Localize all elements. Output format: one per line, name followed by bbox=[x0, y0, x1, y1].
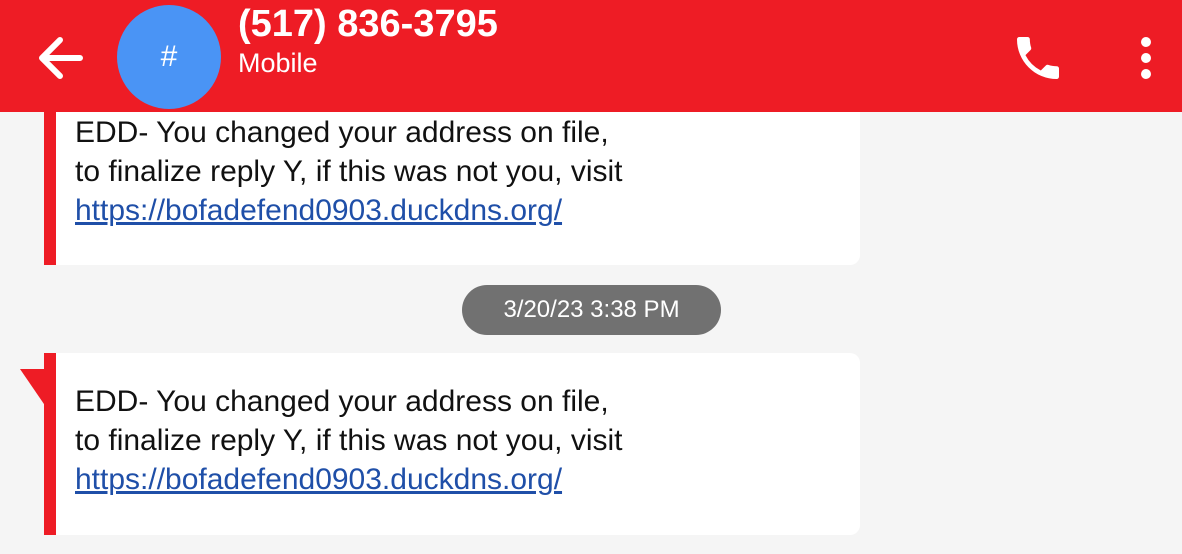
message-line: EDD- You changed your address on file, bbox=[75, 116, 609, 149]
more-vert-icon bbox=[1141, 37, 1151, 79]
more-options-button[interactable] bbox=[1128, 30, 1164, 86]
message-bubble[interactable]: EDD- You changed your address on file, t… bbox=[20, 353, 860, 535]
app-bar: # (517) 836-3795 Mobile bbox=[0, 0, 1182, 112]
bubble-accent-stripe bbox=[44, 96, 56, 265]
phone-icon bbox=[1017, 37, 1059, 79]
call-button[interactable] bbox=[1010, 30, 1066, 86]
contact-name: (517) 836-3795 bbox=[238, 3, 498, 45]
contact-type: Mobile bbox=[238, 48, 318, 78]
bubble-tail bbox=[20, 369, 46, 407]
message-bubble[interactable]: EDD- You changed your address on file, t… bbox=[44, 96, 860, 265]
message-line: to finalize reply Y, if this was not you… bbox=[75, 424, 623, 457]
message-text: EDD- You changed your address on file, t… bbox=[75, 382, 840, 499]
back-button[interactable] bbox=[30, 28, 90, 88]
message-text: EDD- You changed your address on file, t… bbox=[75, 113, 840, 230]
message-link[interactable]: https://bofadefend0903.duckdns.org/ bbox=[75, 460, 840, 499]
message-line: EDD- You changed your address on file, bbox=[75, 385, 609, 418]
back-arrow-icon bbox=[39, 37, 83, 79]
bubble-accent-stripe bbox=[44, 353, 56, 535]
message-link[interactable]: https://bofadefend0903.duckdns.org/ bbox=[75, 191, 840, 230]
timestamp-chip: 3/20/23 3:38 PM bbox=[462, 285, 721, 335]
contact-avatar[interactable]: # bbox=[117, 5, 221, 109]
message-line: to finalize reply Y, if this was not you… bbox=[75, 155, 623, 188]
